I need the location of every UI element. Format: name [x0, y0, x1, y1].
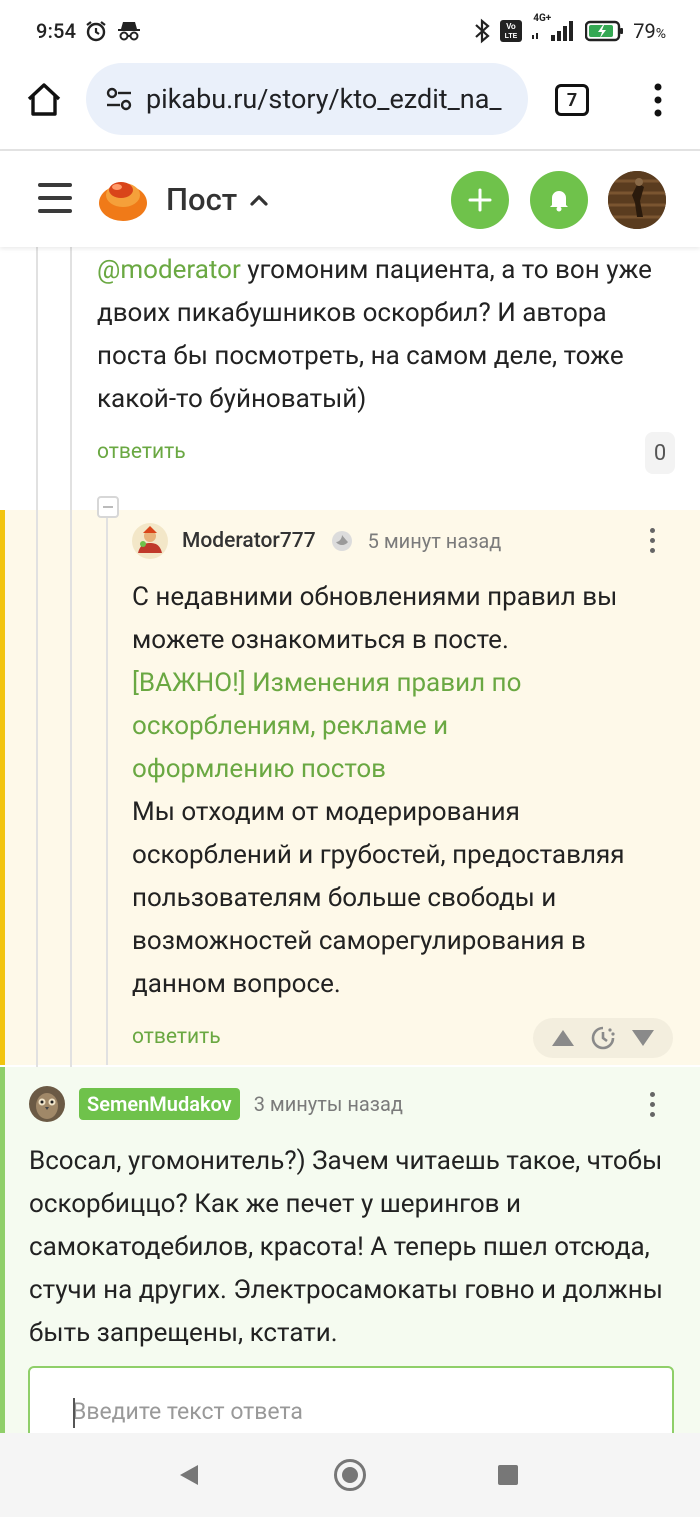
vote-controls: [533, 1018, 673, 1058]
hamburger-menu-icon[interactable]: [38, 183, 72, 213]
comment-header: SemenMudakov 3 минуты назад: [29, 1086, 403, 1122]
reply-button[interactable]: ответить: [132, 1025, 221, 1049]
user-avatar[interactable]: [608, 171, 666, 229]
comment-body: Мы отходим от модерирования оскорблений …: [132, 797, 625, 999]
thread-line: [106, 510, 108, 1065]
site-settings-icon[interactable]: [104, 84, 134, 114]
chevron-up-icon: [250, 194, 268, 206]
rating-pending-icon: [591, 1026, 615, 1050]
home-nav-icon[interactable]: [334, 1459, 366, 1491]
svg-text:LTE: LTE: [505, 33, 518, 40]
username[interactable]: Moderator777: [182, 529, 316, 553]
incognito-icon: [118, 22, 141, 41]
system-navigation-bar: [0, 1433, 700, 1517]
thread-line: [70, 510, 72, 1065]
recent-apps-icon[interactable]: [498, 1465, 518, 1485]
status-bar: 9:54 Vo LTE 4G+ 79%: [0, 0, 700, 62]
reply-input-placeholder: Введите текст ответа: [72, 1398, 303, 1425]
battery-unit: %: [655, 26, 666, 42]
comments-thread: @moderator угомоним пациента, а то вон у…: [0, 247, 700, 1433]
upvote-icon[interactable]: [550, 1028, 576, 1048]
comment-text: Всосал, угомонитель?) Зачем читаешь тако…: [29, 1146, 663, 1348]
pikabu-logo[interactable]: [97, 173, 149, 225]
comment-time: 3 минуты назад: [253, 1092, 403, 1116]
comment-menu-icon[interactable]: [648, 528, 656, 556]
comment-header: Moderator777 5 минут назад: [132, 523, 501, 559]
comment-time: 5 минут назад: [367, 529, 502, 553]
downvote-icon[interactable]: [630, 1028, 656, 1048]
comment-text: @moderator угомоним пациента, а то вон у…: [97, 249, 677, 421]
mention-link[interactable]: @moderator: [97, 255, 241, 285]
battery-icon: [585, 20, 624, 42]
svg-text:Vo: Vo: [506, 22, 516, 31]
bell-icon: [550, 191, 568, 212]
tab-switcher-button[interactable]: 7: [555, 84, 589, 116]
app-header: Пост: [0, 151, 700, 247]
collapse-thread-button[interactable]: [97, 496, 119, 518]
reply-button[interactable]: ответить: [97, 440, 186, 464]
moderator-comment-text: С недавними обновлениями правил вы может…: [132, 576, 680, 1006]
thread-line: [36, 510, 38, 1065]
status-time: 9:54: [36, 19, 77, 43]
volte-icon: Vo LTE: [500, 20, 523, 42]
signal-icon: 4G+: [531, 13, 577, 43]
browser-menu-icon[interactable]: [648, 80, 668, 120]
avatar[interactable]: [132, 523, 168, 559]
avatar[interactable]: [29, 1086, 65, 1122]
comment-intro: С недавними обновлениями правил вы может…: [132, 582, 618, 655]
tab-count: 7: [566, 89, 578, 111]
browser-toolbar: pikabu.ru/story/kto_ezdit_na_ 7: [0, 62, 700, 150]
reply-input[interactable]: Введите текст ответа: [28, 1366, 674, 1433]
username[interactable]: SemenMudakov: [79, 1088, 240, 1120]
bluetooth-icon: [475, 18, 490, 44]
battery-percent: 79: [633, 19, 656, 43]
page-title: Пост: [166, 181, 238, 218]
home-icon[interactable]: [24, 80, 64, 120]
address-bar[interactable]: pikabu.ru/story/kto_ezdit_na_: [86, 63, 528, 135]
back-icon[interactable]: [178, 1463, 200, 1487]
comment-menu-icon[interactable]: [648, 1092, 656, 1120]
notifications-button[interactable]: [530, 171, 588, 229]
rules-post-link[interactable]: [ВАЖНО!] Изменения правил по оскорбления…: [132, 662, 532, 791]
text-caret: [73, 1398, 75, 1428]
plus-icon: [468, 188, 492, 212]
post-title-dropdown[interactable]: Пост: [166, 181, 269, 218]
moderator-badge-icon: [331, 531, 352, 551]
add-post-button[interactable]: [451, 171, 509, 229]
comment-score: 0: [645, 432, 675, 474]
url-text: pikabu.ru/story/kto_ezdit_na_: [146, 83, 502, 115]
alarm-icon: [86, 21, 106, 42]
